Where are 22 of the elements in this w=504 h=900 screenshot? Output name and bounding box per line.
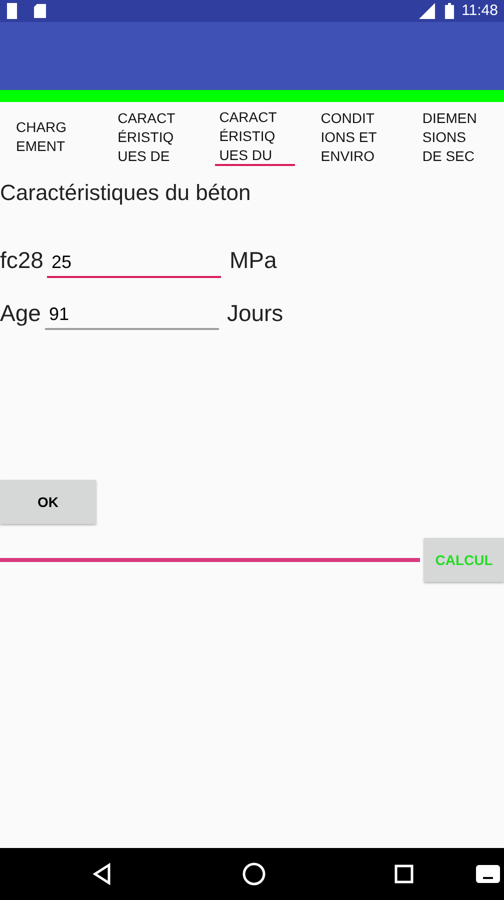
notification-icon (6, 3, 18, 19)
ok-button[interactable]: OK (0, 480, 96, 524)
battery-icon (444, 3, 454, 19)
field-label: Age (0, 298, 41, 328)
back-icon[interactable] (92, 863, 112, 885)
sd-card-icon (34, 4, 46, 18)
unit-label: MPa (229, 246, 277, 275)
home-icon[interactable] (242, 862, 266, 886)
clock: 11:48 (462, 0, 498, 21)
tab[interactable]: CARACT ÉRISTIQ UES DU (215, 106, 295, 166)
section-title: Caractéristiques du béton (0, 179, 252, 207)
input-field[interactable]: 25 (47, 248, 222, 278)
tab[interactable]: CONDIT IONS ET ENVIRO (316, 106, 396, 166)
tab[interactable]: DIEMEN SIONS DE SEC (418, 106, 498, 166)
recents-icon[interactable] (394, 864, 414, 884)
input-field[interactable]: 91 (44, 301, 219, 330)
field-label: fc28 (0, 246, 44, 275)
unit-label: Jours (226, 298, 284, 328)
signal-icon (416, 3, 437, 19)
tab[interactable]: CARACT ÉRISTIQ UES DE (114, 106, 194, 166)
tab[interactable]: CHARG EMENT (12, 106, 92, 166)
keyboard-icon[interactable] (476, 865, 500, 883)
